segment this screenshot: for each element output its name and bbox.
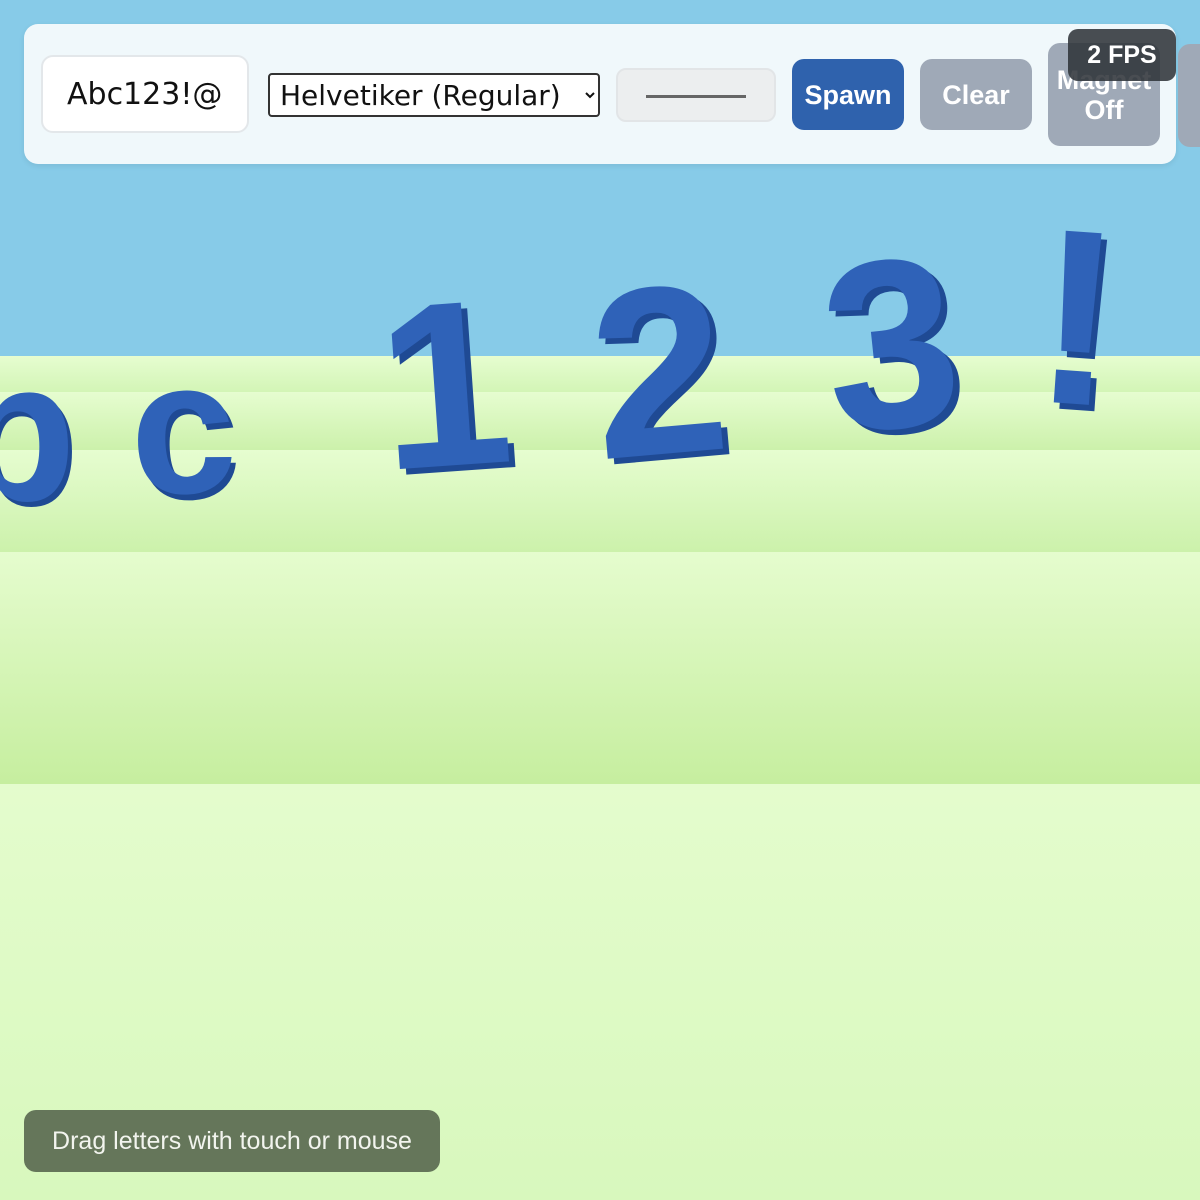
fps-counter: 2 FPS — [1068, 29, 1176, 81]
digit-1[interactable]: 1 1 — [370, 248, 525, 526]
digit-2[interactable]: 2 2 — [581, 231, 744, 516]
letter-c-face: c — [124, 319, 241, 536]
spawn-button[interactable]: Spawn — [792, 59, 904, 130]
letter-b-partial[interactable]: b b — [0, 320, 80, 548]
scene-canvas[interactable]: b b c c 1 1 2 2 3 3 ! ! — [0, 0, 1200, 1200]
letter-b: b — [0, 320, 76, 543]
digit-1-face: 1 — [370, 248, 519, 519]
digit-2-face: 2 — [581, 232, 737, 511]
overflow-button[interactable] — [1178, 44, 1200, 147]
clear-button[interactable]: Clear — [920, 59, 1032, 130]
digit-3[interactable]: 3 3 — [811, 203, 978, 490]
slider-track — [646, 95, 746, 98]
drag-hint: Drag letters with touch or mouse — [24, 1110, 440, 1172]
letter-c[interactable]: c c — [124, 319, 245, 542]
control-toolbar: Helvetiker (Regular) Spawn Clear Magnet … — [24, 24, 1200, 164]
ground-band-4 — [0, 552, 1200, 784]
font-select[interactable]: Helvetiker (Regular) — [268, 73, 600, 117]
digit-3-face: 3 — [811, 204, 972, 484]
letters-text-input[interactable] — [41, 55, 249, 133]
size-slider[interactable] — [616, 68, 776, 122]
